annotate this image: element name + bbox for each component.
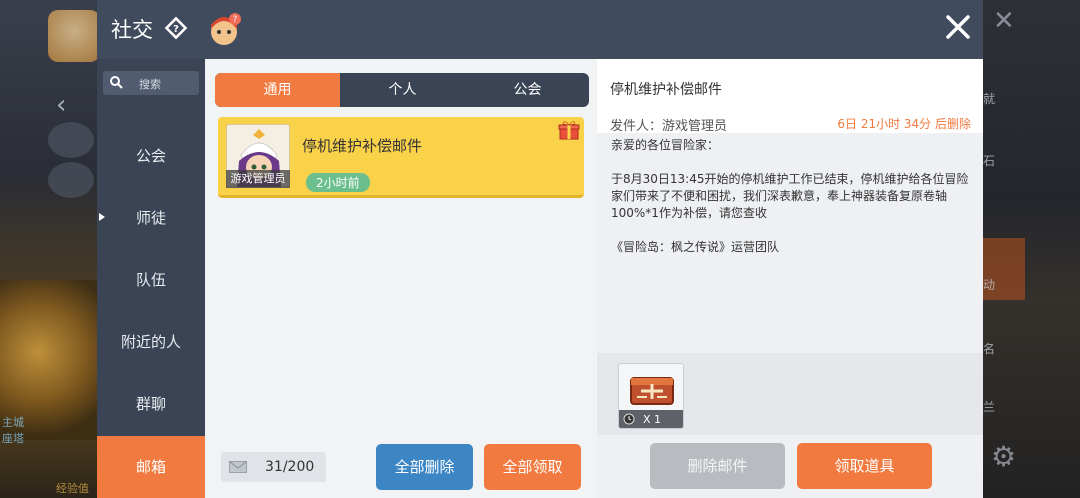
dialog-title: 社交 <box>111 18 153 42</box>
background-label: 就 <box>983 92 996 106</box>
search-icon <box>110 76 123 89</box>
attachment-item[interactable]: X 1 <box>618 363 684 429</box>
tab-general[interactable]: 通用 <box>215 73 340 107</box>
sidebar-item-nearby[interactable]: 附近的人 <box>97 311 205 373</box>
svg-text:?: ? <box>233 15 238 25</box>
side-quick-button <box>48 122 94 158</box>
background-text: 主城 <box>2 416 24 429</box>
delete-mail-button[interactable]: 删除邮件 <box>650 443 785 489</box>
mail-list-item[interactable]: 游戏管理员 停机维护补偿邮件 2小时前 <box>218 117 584 198</box>
svg-text:?: ? <box>173 24 179 35</box>
tab-guild[interactable]: 公会 <box>465 73 589 107</box>
sidebar: 搜索 公会 师徒 队伍 附近的人 群聊 邮箱 <box>97 59 205 498</box>
sidebar-item-mentor[interactable]: 师徒 <box>97 187 205 249</box>
close-icon[interactable] <box>943 12 973 42</box>
scroll-item-icon <box>630 377 674 405</box>
mail-count-box: 31/200 <box>221 452 326 482</box>
background-label: 石 <box>983 154 996 168</box>
npc-helper-icon[interactable]: ? <box>205 11 243 49</box>
detail-meta-row: 发件人：游戏管理员 6日 21小时 34分 后删除 <box>597 111 983 134</box>
player-avatar <box>48 10 100 62</box>
detail-sender: 发件人：游戏管理员 <box>610 119 728 134</box>
sidebar-item-group-chat[interactable]: 群聊 <box>97 373 205 435</box>
attachment-area: X 1 <box>597 353 983 435</box>
sidebar-item-party[interactable]: 队伍 <box>97 249 205 311</box>
back-arrow-icon: ‹ <box>56 90 67 120</box>
claim-item-button[interactable]: 领取道具 <box>797 443 932 489</box>
background-right-scene: ✕ 就 石 动 名 兰 ⚙ <box>983 0 1080 498</box>
attachment-qty: X 1 <box>643 413 662 426</box>
mail-signature: 《冒险岛：枫之传说》运营团队 <box>611 240 780 254</box>
dialog-header: 社交 ? ? <box>97 0 983 59</box>
delete-all-button[interactable]: 全部删除 <box>376 444 473 490</box>
background-text: 经验值+ <box>56 482 89 498</box>
mail-time-badge: 2小时前 <box>306 173 370 192</box>
background-close-icon: ✕ <box>993 6 1015 36</box>
detail-expire: 6日 21小时 34分 后删除 <box>837 117 971 131</box>
gear-icon: ⚙ <box>991 440 1017 473</box>
background-label: 名 <box>983 342 996 356</box>
help-icon[interactable]: ? <box>163 15 189 41</box>
background-text: 座塔 <box>2 432 24 445</box>
claim-all-button[interactable]: 全部领取 <box>484 444 581 490</box>
mail-count: 31/200 <box>265 459 315 475</box>
background-label: 动 <box>983 278 996 292</box>
background-left-scene: ‹ 主城 座塔 经验值+ <box>0 0 100 498</box>
background-label: 兰 <box>983 400 996 414</box>
tab-personal[interactable]: 个人 <box>340 73 465 107</box>
mail-body: 亲爱的各位冒险家： 于8月30日13:45开始的停机维护工作已结束，停机维护给各… <box>597 133 983 353</box>
mail-paragraph: 于8月30日13:45开始的停机维护工作已结束，停机维护给各位冒险家们带来了不便… <box>611 172 969 220</box>
sender-tag: 游戏管理员 <box>226 170 290 188</box>
clock-icon <box>623 413 635 425</box>
side-quick-button <box>48 162 94 198</box>
sidebar-item-mailbox[interactable]: 邮箱 <box>97 436 205 498</box>
social-dialog: 社交 ? ? 搜索 公会 师徒 队伍 附近的人 群聊 邮箱 通用 个人 公会 游… <box>97 0 983 498</box>
mail-detail-panel: 停机维护补偿邮件 发件人：游戏管理员 6日 21小时 34分 后删除 亲爱的各位… <box>597 59 983 498</box>
attachment-qty-bar: X 1 <box>619 410 683 428</box>
gift-icon <box>558 121 580 140</box>
envelope-icon <box>229 461 247 473</box>
mail-tabs: 通用 个人 公会 <box>215 73 589 107</box>
search-box[interactable]: 搜索 <box>103 71 199 95</box>
search-label: 搜索 <box>139 78 161 91</box>
detail-subject: 停机维护补偿邮件 <box>610 82 722 98</box>
mail-greeting: 亲爱的各位冒险家： <box>611 138 720 152</box>
mail-subject: 停机维护补偿邮件 <box>302 137 423 155</box>
sidebar-item-guild[interactable]: 公会 <box>97 125 205 187</box>
mail-list-panel: 通用 个人 公会 游戏管理员 停机维护补偿邮件 2小时前 31/200 全部删除… <box>205 59 597 498</box>
detail-actions: 删除邮件 领取道具 <box>597 435 983 498</box>
